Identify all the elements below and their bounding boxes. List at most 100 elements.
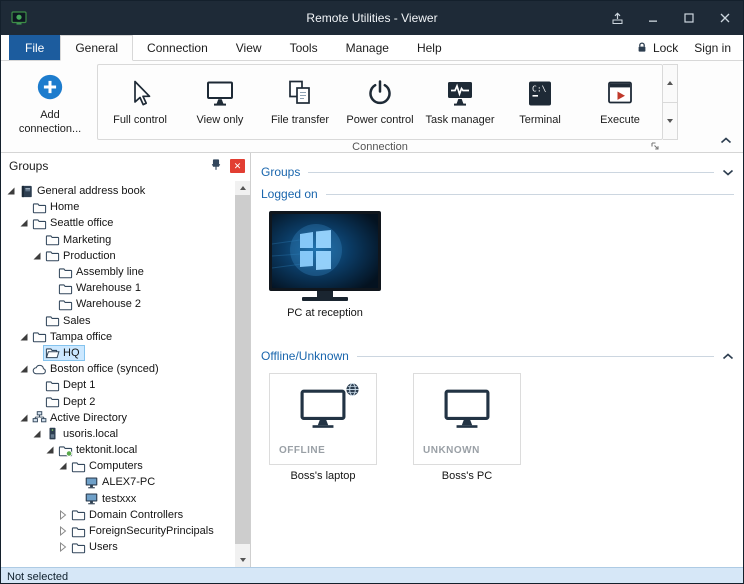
computer-icon [84,475,99,490]
section-title: Offline/Unknown [261,349,349,363]
expander-closed-icon[interactable] [57,526,69,536]
status-text: Not selected [7,571,68,583]
folder-icon [58,297,73,312]
chevron-up-icon[interactable] [722,353,734,360]
tree-item[interactable]: General address book [1,183,235,199]
expander-open-icon[interactable] [18,332,30,342]
tab-general[interactable]: General [60,35,133,61]
tree-item[interactable]: Assembly line [1,264,235,280]
expander-open-icon[interactable] [18,218,30,228]
view-only-button[interactable]: View only [182,67,258,137]
expander-closed-icon[interactable] [57,542,69,552]
tree-item[interactable]: testxxx [1,491,235,507]
scroll-down-icon[interactable] [235,553,250,567]
tree-item[interactable]: Production [1,248,235,264]
tree-item[interactable]: Home [1,199,235,215]
folder-open-icon [45,345,60,360]
folder-icon [45,248,60,263]
tree-item[interactable]: Sales [1,313,235,329]
section-title: Groups [261,165,300,179]
folder-icon [45,394,60,409]
tree-item[interactable]: Users [1,539,235,555]
lock-icon [636,41,648,54]
tree-item[interactable]: tektonit.local [1,442,235,458]
tree-item[interactable]: usoris.local [1,426,235,442]
expander-open-icon[interactable] [18,364,30,374]
ribbon-scroll-up-button[interactable] [663,65,677,102]
scrollbar-thumb[interactable] [235,195,250,544]
minimize-to-tray-button[interactable] [599,1,635,35]
tree-item[interactable]: Domain Controllers [1,507,235,523]
section-groups: Groups [251,161,743,183]
power-control-button[interactable]: Power control [342,67,418,137]
logged-on-list: PC at reception [251,205,743,319]
chevron-down-icon[interactable] [722,169,734,176]
offline-pc-item[interactable]: OFFLINE Boss's laptop [269,373,377,482]
tree-item[interactable]: Marketing [1,232,235,248]
monitor-icon [204,79,236,109]
tree-item[interactable]: Dept 2 [1,393,235,409]
tree-scrollbar[interactable] [235,181,250,567]
groups-tree: General address book Home Seattle office… [1,181,235,567]
cursor-icon [124,79,156,109]
expander-open-icon[interactable] [31,429,43,439]
connection-group-caption: Connection [97,140,663,153]
expander-closed-icon[interactable] [57,510,69,520]
tree-item[interactable]: Warehouse 2 [1,296,235,312]
tree-item[interactable]: ForeignSecurityPrincipals [1,523,235,539]
book-icon [19,184,34,199]
tree-item[interactable]: Warehouse 1 [1,280,235,296]
execute-button[interactable]: Execute [582,67,658,137]
section-logged-on: Logged on [251,183,743,205]
offline-pc-item[interactable]: UNKNOWN Boss's PC [413,373,521,482]
dialog-launcher-icon[interactable] [650,141,660,151]
cloud-icon [32,362,47,377]
folder-icon [58,281,73,296]
connections-panel: Groups Logged on [251,153,743,567]
section-rule [326,194,734,195]
tree-item[interactable]: Active Directory [1,410,235,426]
tree-item[interactable]: ALEX7-PC [1,474,235,490]
ribbon-scroll-down-button[interactable] [663,102,677,140]
status-badge: OFFLINE [279,445,325,456]
tree-item[interactable]: Boston office (synced) [1,361,235,377]
sign-in-button[interactable]: Sign in [694,41,731,55]
expander-open-icon[interactable] [57,461,69,471]
expander-open-icon[interactable] [44,445,56,455]
terminal-button[interactable]: C:\ Terminal [502,67,578,137]
tree-item[interactable]: Computers [1,458,235,474]
scroll-up-icon[interactable] [235,181,250,195]
tree-item[interactable]: Dept 1 [1,377,235,393]
add-plus-icon [35,72,65,102]
tab-file[interactable]: File [9,35,60,60]
close-button[interactable] [707,1,743,35]
tab-view[interactable]: View [222,35,276,60]
tree-item-selected[interactable]: HQ [1,345,235,361]
offline-list: OFFLINE Boss's laptop UNKNOWN Boss's PC [251,367,743,482]
task-manager-icon [444,79,476,109]
pin-icon[interactable] [209,158,223,175]
expander-open-icon[interactable] [5,186,17,196]
task-manager-button[interactable]: Task manager [422,67,498,137]
tree-item[interactable]: Seattle office [1,215,235,231]
file-transfer-button[interactable]: File transfer [262,67,338,137]
folder-icon [71,507,86,522]
close-panel-button[interactable]: ✕ [230,159,245,173]
tab-tools[interactable]: Tools [276,35,332,60]
expander-open-icon[interactable] [18,413,30,423]
add-connection-button[interactable]: Add connection... [7,65,93,147]
maximize-button[interactable] [671,1,707,35]
tab-manage[interactable]: Manage [332,35,403,60]
expander-open-icon[interactable] [31,251,43,261]
lock-label: Lock [653,41,678,55]
remote-pc-thumbnail[interactable]: PC at reception [269,211,381,319]
collapse-ribbon-button[interactable] [720,137,732,144]
tree-item[interactable]: Tampa office [1,329,235,345]
minimize-button[interactable] [635,1,671,35]
tab-help[interactable]: Help [403,35,456,60]
domain-icon [58,443,73,458]
full-control-button[interactable]: Full control [102,67,178,137]
tab-connection[interactable]: Connection [133,35,222,60]
main-content: Groups ✕ General address book Home Seatt… [1,153,743,567]
lock-button[interactable]: Lock [636,41,678,55]
